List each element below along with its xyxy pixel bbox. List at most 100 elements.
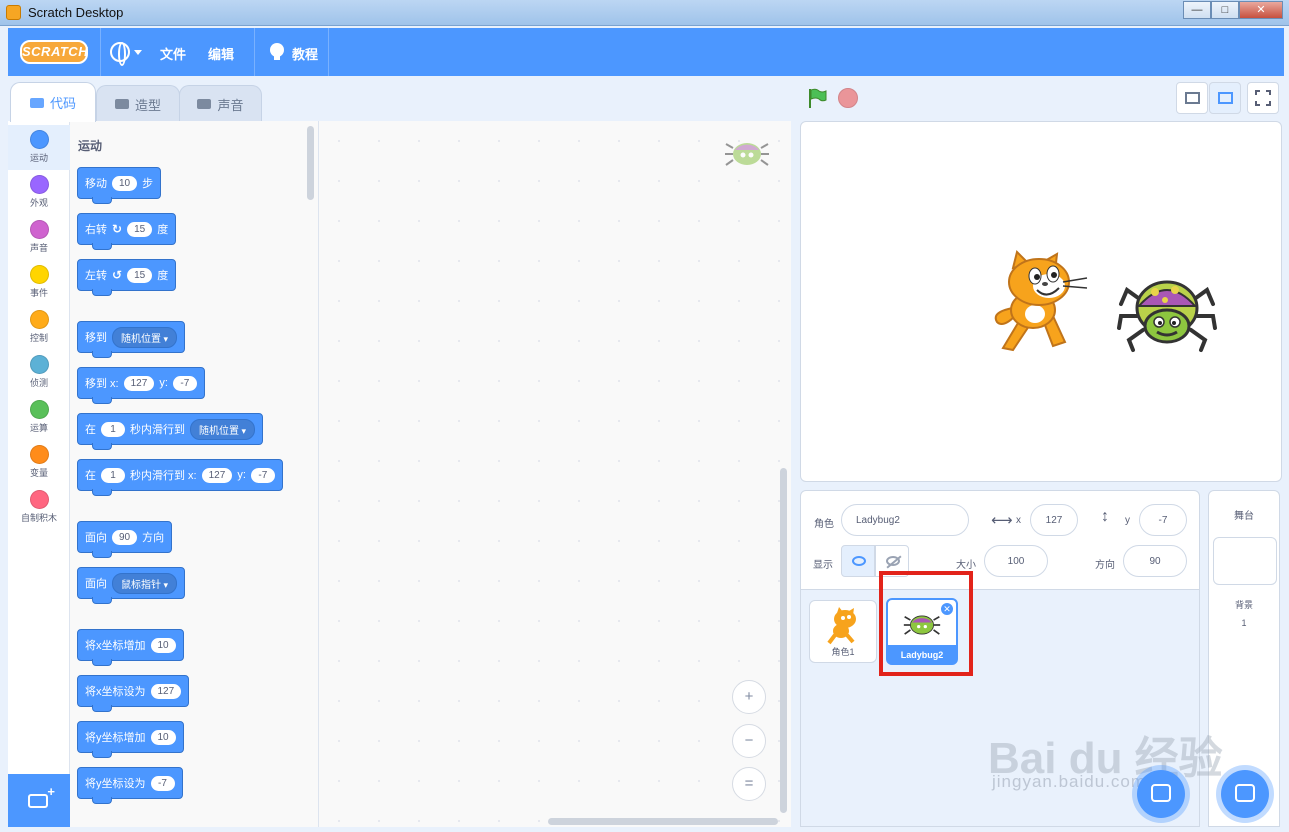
block-glide-xy[interactable]: 在 1 秒内滑行到 x: 127 y: -7 [77, 459, 283, 496]
block-text: 面向 [85, 578, 107, 590]
block-goto[interactable]: 移到 随机位置 [77, 321, 186, 358]
block-change-y[interactable]: 将y坐标增加 10 [77, 721, 184, 758]
sprite-name-field[interactable]: Ladybug2 [841, 504, 969, 536]
y-change-input[interactable]: 10 [150, 729, 176, 745]
seconds-input[interactable]: 1 [101, 421, 125, 437]
zoom-out-icon: − [744, 732, 754, 749]
zoom-reset-button[interactable]: = [732, 767, 766, 801]
block-set-x[interactable]: 将x坐标设为 127 [77, 675, 190, 712]
direction-input[interactable]: 90 [112, 529, 138, 545]
add-extension-button[interactable] [8, 774, 70, 827]
stage-backdrop-thumbnail[interactable] [1213, 537, 1277, 585]
y-position-field[interactable]: -7 [1139, 504, 1187, 536]
y-input[interactable]: -7 [250, 467, 275, 483]
steps-input[interactable]: 10 [112, 175, 138, 191]
normal-stage-button[interactable] [1209, 82, 1241, 114]
y-set-input[interactable]: -7 [150, 775, 175, 791]
degrees-input[interactable]: 15 [127, 267, 153, 283]
block-text: 将y坐标增加 [85, 732, 146, 744]
fullscreen-button[interactable] [1247, 82, 1279, 114]
script-horizontal-scrollbar[interactable] [548, 818, 778, 825]
category-my-blocks[interactable]: 自制积木 [8, 485, 70, 530]
tab-code[interactable]: 代码 [10, 82, 96, 122]
show-sprite-button[interactable] [841, 545, 875, 577]
menu-divider [328, 28, 329, 76]
palette-category-title: 运动 [78, 139, 103, 153]
category-variables[interactable]: 变量 [8, 440, 70, 485]
small-stage-button[interactable] [1176, 82, 1208, 114]
block-point-direction[interactable]: 面向 90 方向 [77, 521, 173, 558]
normal-stage-icon [1218, 92, 1233, 104]
category-label: 外观 [29, 198, 48, 208]
menu-divider [254, 28, 255, 76]
block-glide-to[interactable]: 在 1 秒内滑行到 随机位置 [77, 413, 264, 450]
minimize-button[interactable]: — [1183, 1, 1211, 19]
zoom-out-button[interactable]: − [732, 724, 766, 758]
tab-sounds[interactable]: 声音 [179, 85, 262, 122]
x-input[interactable]: 127 [123, 375, 155, 391]
scratch-logo[interactable]: SCRATCH [20, 40, 88, 64]
block-text: 度 [157, 224, 169, 236]
category-operators[interactable]: 运算 [8, 395, 70, 440]
block-point-towards[interactable]: 面向 鼠标指针 [77, 567, 186, 604]
motion-dot-icon [29, 130, 49, 149]
block-change-x[interactable]: 将x坐标增加 10 [77, 629, 184, 666]
category-looks[interactable]: 外观 [8, 170, 70, 215]
x-position-field[interactable]: 127 [1030, 504, 1078, 536]
ladybug-sprite[interactable] [1117, 280, 1217, 352]
eye-slash-icon [886, 556, 900, 566]
tab-costumes[interactable]: 造型 [96, 85, 180, 122]
category-events[interactable]: 事件 [8, 260, 70, 305]
category-label: 运算 [29, 423, 48, 433]
x-input[interactable]: 127 [201, 467, 233, 483]
x-change-input[interactable]: 10 [150, 637, 176, 653]
file-menu[interactable]: 文件 [160, 44, 186, 63]
stage-target-title: 舞台 [1234, 511, 1254, 522]
palette-scrollbar[interactable] [307, 126, 314, 200]
maximize-button[interactable]: □ [1211, 1, 1239, 19]
stage-canvas[interactable] [800, 121, 1282, 482]
script-vertical-scrollbar[interactable] [780, 468, 787, 813]
size-field[interactable]: 100 [984, 545, 1048, 577]
events-dot-icon [29, 265, 49, 284]
zoom-in-button[interactable]: + [732, 680, 766, 714]
choose-sprite-button[interactable] [1137, 770, 1185, 818]
show-label: 显示 [813, 560, 833, 571]
stop-button[interactable] [838, 88, 858, 108]
size-label: 大小 [956, 560, 976, 571]
image-add-icon [1235, 784, 1255, 802]
goto-target-dropdown[interactable]: 随机位置 [112, 326, 178, 348]
towards-target-dropdown[interactable]: 鼠标指针 [112, 572, 178, 594]
y-input[interactable]: -7 [172, 375, 197, 391]
language-globe-icon[interactable] [110, 42, 130, 66]
block-move-steps[interactable]: 移动 10 步 [77, 167, 162, 204]
edit-menu[interactable]: 编辑 [208, 44, 234, 63]
x-set-input[interactable]: 127 [150, 683, 182, 699]
block-text: 面向 [85, 532, 107, 544]
category-label: 变量 [29, 468, 48, 478]
category-sound[interactable]: 声音 [8, 215, 70, 260]
block-turn-right[interactable]: 右转 ↻ 15 度 [77, 213, 177, 250]
looks-dot-icon [29, 175, 49, 194]
category-motion[interactable]: 运动 [8, 125, 70, 170]
block-set-y[interactable]: 将y坐标设为 -7 [77, 767, 183, 804]
direction-field[interactable]: 90 [1123, 545, 1187, 577]
tab-costumes-label: 造型 [134, 97, 161, 113]
block-turn-left[interactable]: 左转 ↺ 15 度 [77, 259, 177, 296]
cat-sprite[interactable] [994, 250, 1088, 352]
block-goto-xy[interactable]: 移到 x: 127 y: -7 [77, 367, 205, 404]
category-control[interactable]: 控制 [8, 305, 70, 350]
glide-target-dropdown[interactable]: 随机位置 [190, 418, 256, 440]
close-window-button[interactable]: ✕ [1239, 1, 1283, 19]
choose-backdrop-button[interactable] [1221, 770, 1269, 818]
sprite-thumbnail[interactable]: 角色1 [809, 600, 877, 663]
tutorials-menu[interactable]: 教程 [292, 44, 318, 63]
seconds-input[interactable]: 1 [101, 467, 125, 483]
lightbulb-icon[interactable] [270, 43, 284, 60]
category-sensing[interactable]: 侦测 [8, 350, 70, 395]
script-area[interactable] [319, 121, 791, 827]
baidu-watermark-url: jingyan.baidu.com [992, 772, 1147, 791]
degrees-input[interactable]: 15 [127, 221, 153, 237]
caret-down-icon[interactable] [134, 50, 142, 55]
green-flag-button[interactable] [806, 87, 828, 109]
